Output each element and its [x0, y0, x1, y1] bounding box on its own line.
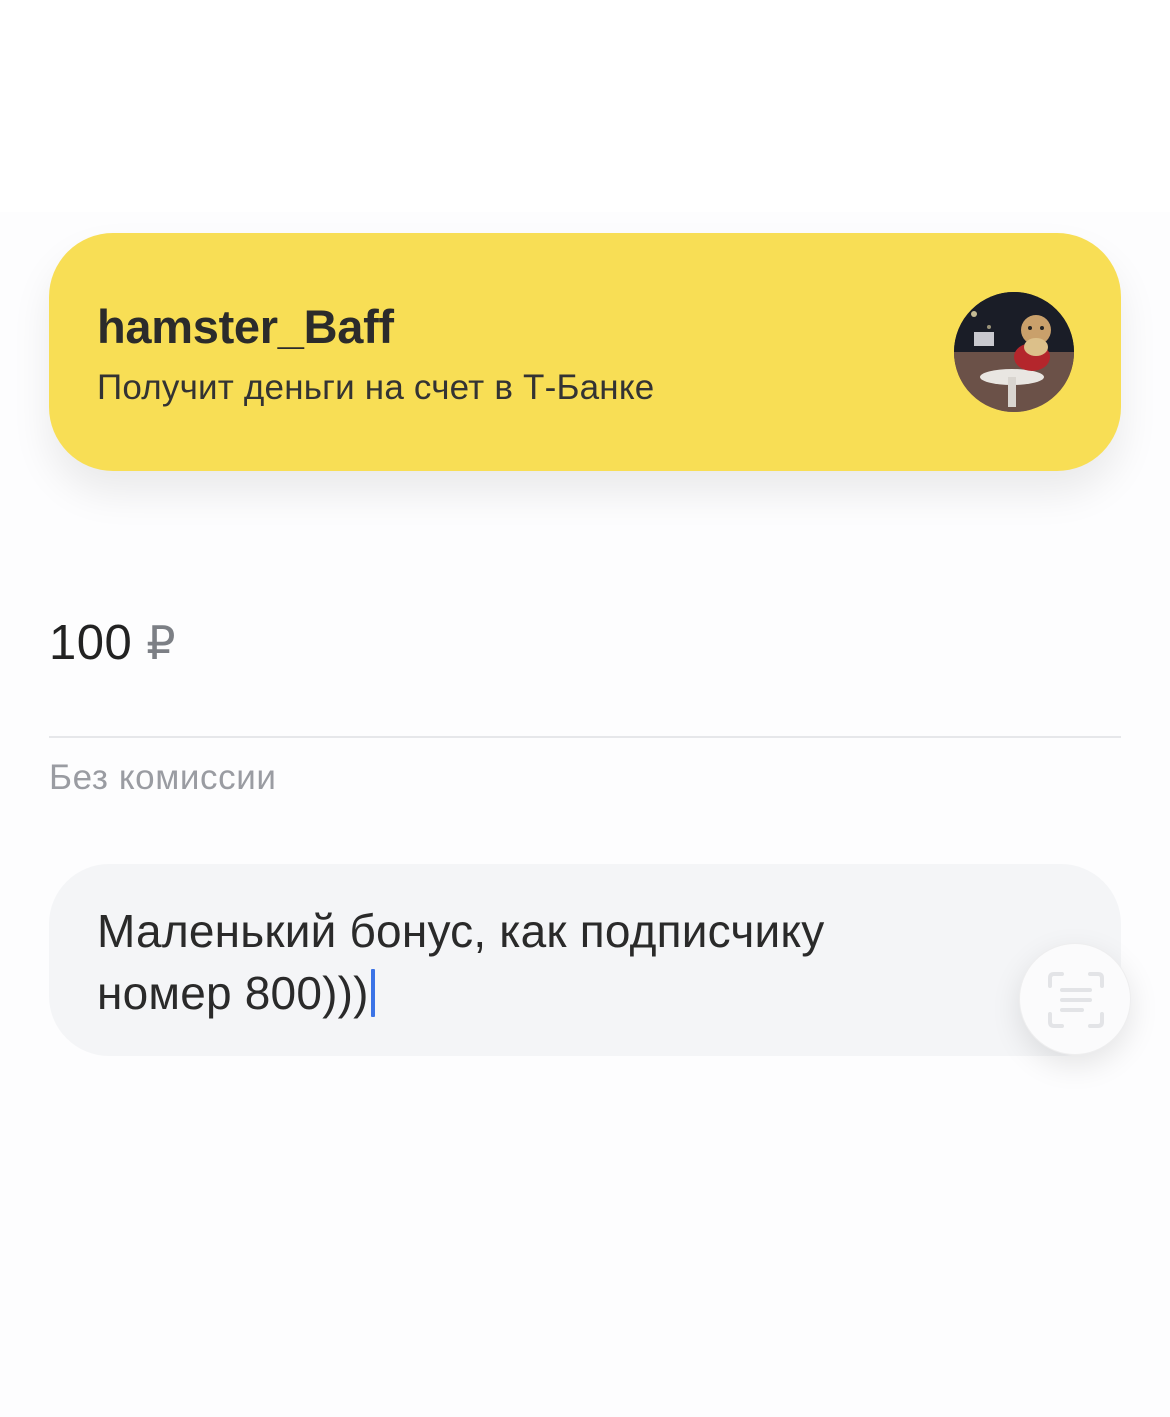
message-text: Маленький бонус, как подписчику номер 80… [97, 900, 977, 1024]
scan-text-icon [1048, 972, 1104, 1028]
top-area [0, 0, 1170, 212]
recipient-subtitle: Получит деньги на счет в Т-Банке [97, 368, 655, 407]
message-input[interactable]: Маленький бонус, как подписчику номер 80… [49, 864, 1121, 1056]
amount-input[interactable]: 100 ₽ [49, 612, 1121, 682]
recipient-avatar[interactable] [954, 292, 1074, 412]
amount-value: 100 [49, 616, 133, 670]
transfer-screen: hamster_Baff Получит деньги на счет в Т-… [0, 0, 1170, 1417]
amount-divider [49, 736, 1121, 738]
recipient-card[interactable]: hamster_Baff Получит деньги на счет в Т-… [49, 233, 1121, 471]
scan-text-button[interactable] [1019, 943, 1131, 1055]
message-line-1: Маленький бонус, как подписчику [97, 905, 825, 957]
fee-note: Без комиссии [49, 758, 277, 797]
recipient-name: hamster_Baff [97, 300, 394, 353]
avatar-photo-icon [954, 292, 1074, 412]
message-line-2: номер 800))) [97, 967, 369, 1019]
text-cursor [370, 969, 375, 1017]
currency-symbol: ₽ [146, 617, 176, 669]
